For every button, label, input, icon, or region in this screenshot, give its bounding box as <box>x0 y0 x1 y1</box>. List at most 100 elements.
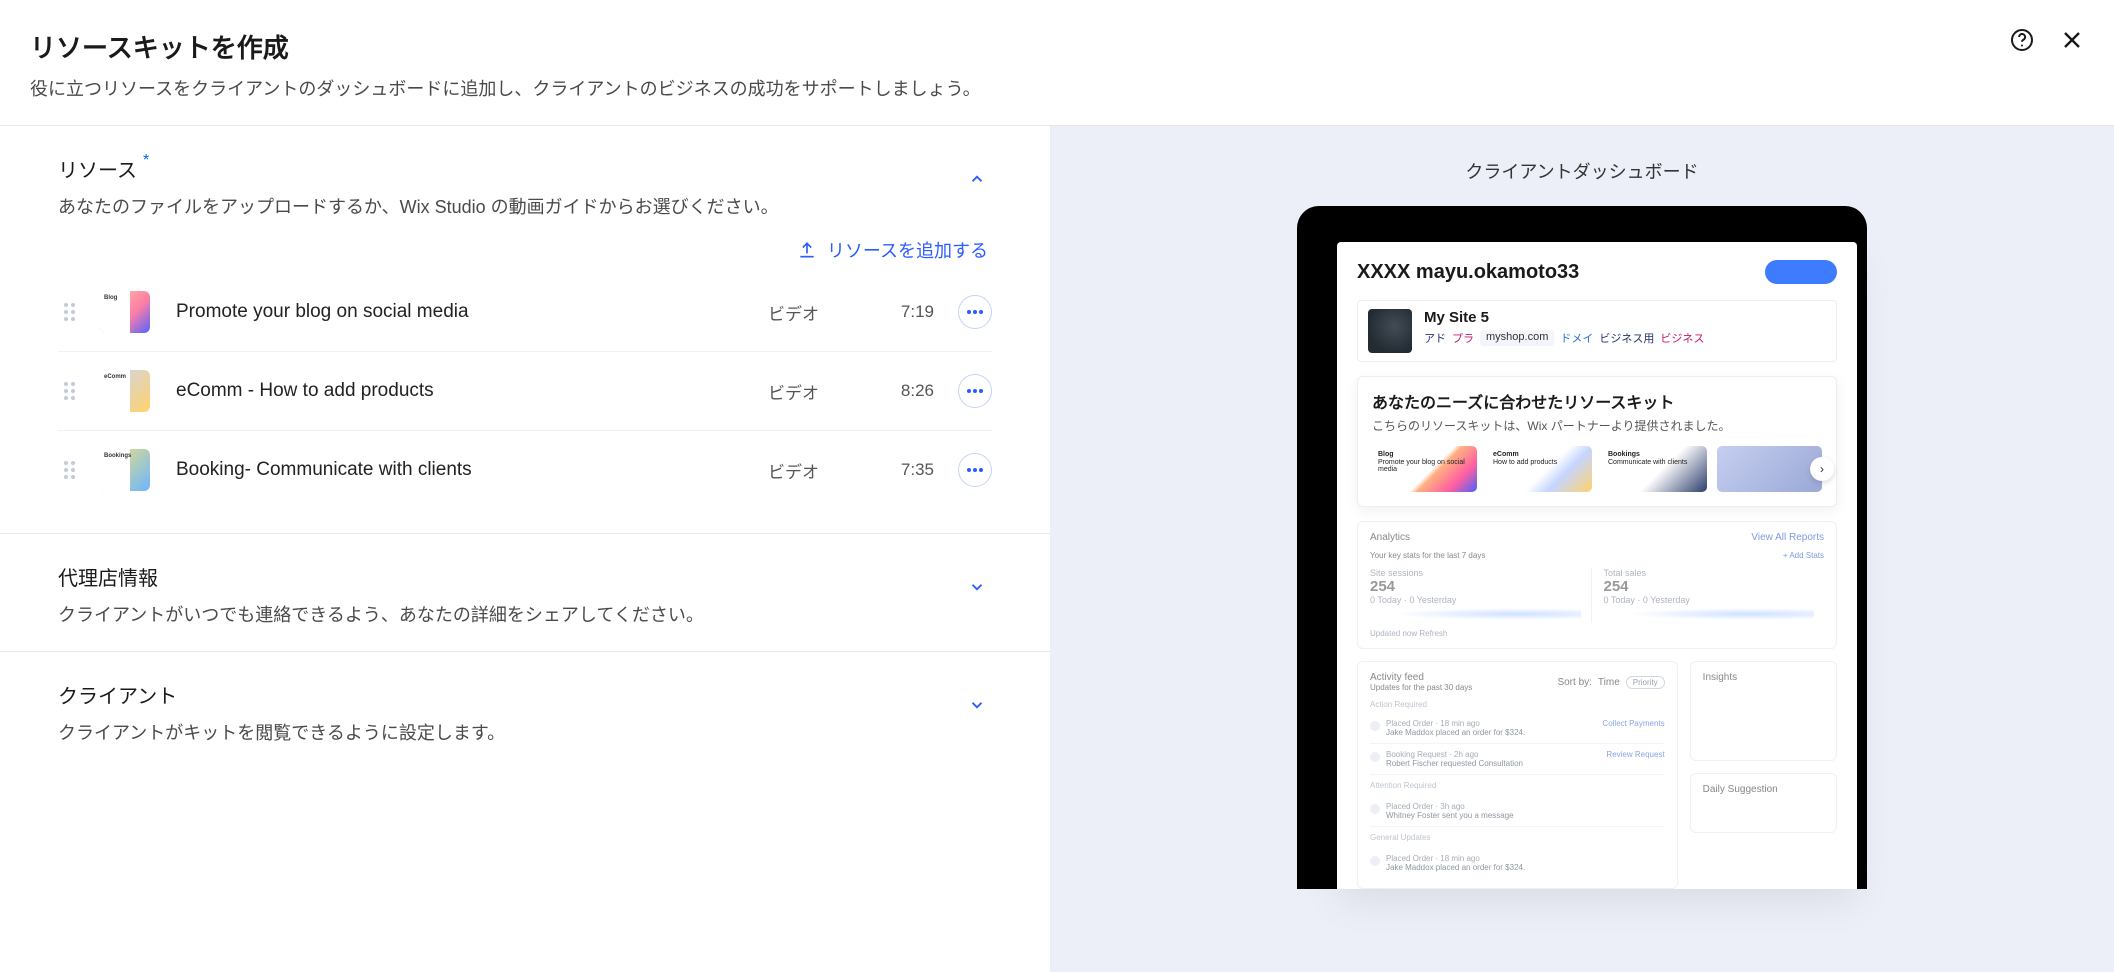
sparkline-icon <box>1370 607 1581 621</box>
analytics-title: Analytics <box>1370 532 1410 543</box>
sparkline-icon <box>1604 607 1815 621</box>
section-agency-title: 代理店情報 <box>58 562 704 591</box>
drag-handle-icon[interactable] <box>58 461 82 479</box>
page-header: リソースキットを作成 役に立つリソースをクライアントのダッシュボードに追加し、ク… <box>0 0 2114 126</box>
resource-more-button[interactable] <box>958 374 992 408</box>
activity-sort-label: Sort by: <box>1557 677 1591 688</box>
dashboard-action-pill <box>1765 260 1837 284</box>
stat-sub: 0 Today · 0 Yesterday <box>1604 595 1815 605</box>
drag-handle-icon[interactable] <box>58 303 82 321</box>
thumbnail-label: eComm <box>104 374 126 381</box>
kit-tile: BlogPromote your blog on social media <box>1372 446 1477 492</box>
section-resources-desc: あなたのファイルをアップロードするか、Wix Studio の動画ガイドからお選… <box>58 193 779 219</box>
page-title: リソースキットを作成 <box>30 28 981 65</box>
analytics-viewall: View All Reports <box>1751 532 1824 543</box>
analytics-range: Your key stats for the last 7 days <box>1370 551 1485 560</box>
resource-duration: 7:35 <box>878 460 958 480</box>
expand-client-button[interactable] <box>962 690 992 720</box>
resource-name: eComm - How to add products <box>176 380 768 402</box>
resource-row: eComm eComm - How to add products ビデオ 8:… <box>58 351 992 430</box>
insights-title: Insights <box>1703 672 1824 683</box>
analytics-card: Analytics View All Reports Your key stat… <box>1357 521 1837 649</box>
more-horizontal-icon <box>967 389 983 393</box>
collapse-resources-button[interactable] <box>962 164 992 194</box>
preview-panel: クライアントダッシュボード XXXX mayu.okamoto33 My Sit… <box>1050 126 2114 972</box>
chevron-down-icon <box>968 696 986 714</box>
chip: ドメイ <box>1560 330 1593 346</box>
resource-more-button[interactable] <box>958 295 992 329</box>
close-icon[interactable] <box>2060 28 2084 57</box>
activity-item: Placed Order · 3h ago Whitney Foster sen… <box>1370 796 1665 827</box>
stat-value: 254 <box>1604 578 1815 595</box>
activity-item: Placed Order · 18 min ago Jake Maddox pl… <box>1370 848 1665 878</box>
activity-feed-card: Activity feed Updates for the past 30 da… <box>1357 661 1678 889</box>
dashboard-username: XXXX mayu.okamoto33 <box>1357 261 1579 284</box>
page-subtitle: 役に立つリソースをクライアントのダッシュボードに追加し、クライアントのビジネスの… <box>30 75 981 101</box>
resource-name: Promote your blog on social media <box>176 301 768 323</box>
chip: ビジネス <box>1660 330 1704 346</box>
resource-row: Blog Promote your blog on social media ビ… <box>58 273 992 351</box>
site-card: My Site 5 アド プラ myshop.com ドメイ ビジネス用 ビジネ… <box>1357 300 1837 362</box>
site-name: My Site 5 <box>1424 309 1826 326</box>
expand-agency-button[interactable] <box>962 572 992 602</box>
drag-handle-icon[interactable] <box>58 382 82 400</box>
activity-group: General Updates <box>1370 833 1665 842</box>
stat-label: Site sessions <box>1370 568 1581 578</box>
activity-sort-priority: Priority <box>1626 676 1665 689</box>
section-agency-desc: クライアントがいつでも連絡できるよう、あなたの詳細をシェアしてください。 <box>58 601 704 627</box>
resource-thumbnail: Bookings <box>100 449 150 491</box>
activity-group: Action Required <box>1370 700 1665 709</box>
activity-group: Attention Required <box>1370 781 1665 790</box>
stat-label: Total sales <box>1604 568 1815 578</box>
section-resources-title: リソース <box>58 154 137 183</box>
chevron-down-icon <box>968 578 986 596</box>
resource-duration: 7:19 <box>878 302 958 322</box>
analytics-addstats: + Add Stats <box>1783 551 1824 560</box>
resource-kit-card: あなたのニーズに合わせたリソースキット こちらのリソースキットは、Wix パート… <box>1357 376 1837 507</box>
section-client: クライアント クライアントがキットを閲覧できるように設定します。 <box>0 652 1050 769</box>
section-agency: 代理店情報 クライアントがいつでも連絡できるよう、あなたの詳細をシェアしてくださ… <box>0 534 1050 652</box>
kit-subtitle: こちらのリソースキットは、Wix パートナーより提供されました。 <box>1372 417 1822 434</box>
device-frame: XXXX mayu.okamoto33 My Site 5 アド プラ mysh… <box>1297 206 1867 889</box>
dot-icon <box>1370 804 1380 814</box>
resource-name: Booking- Communicate with clients <box>176 459 768 481</box>
add-resource-link[interactable]: リソースを追加する <box>797 237 988 263</box>
stat-sub: 0 Today · 0 Yesterday <box>1370 595 1581 605</box>
site-thumbnail <box>1368 309 1412 353</box>
activity-sort-time: Time <box>1598 677 1620 688</box>
insights-card: Insights <box>1690 661 1837 761</box>
thumbnail-label: Blog <box>104 295 117 302</box>
dot-icon <box>1370 856 1380 866</box>
dashboard-preview: XXXX mayu.okamoto33 My Site 5 アド プラ mysh… <box>1337 242 1857 889</box>
daily-suggestion-card: Daily Suggestion <box>1690 773 1837 833</box>
resource-type: ビデオ <box>768 379 878 404</box>
help-icon[interactable] <box>2010 28 2034 57</box>
chip: アド <box>1424 330 1446 346</box>
stat-value: 254 <box>1370 578 1581 595</box>
more-horizontal-icon <box>967 468 983 472</box>
section-resources: リソース * あなたのファイルをアップロードするか、Wix Studio の動画… <box>0 126 1050 534</box>
activity-item: Booking Request · 2h ago Robert Fischer … <box>1370 744 1665 775</box>
analytics-updated: Updated now Refresh <box>1370 629 1824 638</box>
chevron-up-icon <box>968 170 986 188</box>
chip: プラ <box>1452 330 1474 346</box>
section-client-title: クライアント <box>58 680 505 709</box>
activity-item: Placed Order · 18 min ago Jake Maddox pl… <box>1370 713 1665 744</box>
form-panel: リソース * あなたのファイルをアップロードするか、Wix Studio の動画… <box>0 126 1050 972</box>
resource-thumbnail: Blog <box>100 291 150 333</box>
dot-icon <box>1370 752 1380 762</box>
resource-more-button[interactable] <box>958 453 992 487</box>
resource-row: Bookings Booking- Communicate with clien… <box>58 430 992 509</box>
carousel-next-icon: › <box>1810 457 1834 481</box>
thumbnail-label: Bookings <box>104 453 131 460</box>
resource-type: ビデオ <box>768 300 878 325</box>
kit-tile: BookingsCommunicate with clients <box>1602 446 1707 492</box>
chip: ビジネス用 <box>1599 330 1654 346</box>
chip-url: myshop.com <box>1480 330 1554 346</box>
daily-title: Daily Suggestion <box>1703 784 1824 795</box>
preview-caption: クライアントダッシュボード <box>1465 158 1698 184</box>
resource-duration: 8:26 <box>878 381 958 401</box>
activity-sub: Updates for the past 30 days <box>1370 683 1472 692</box>
required-indicator: * <box>143 152 149 170</box>
resource-list: Blog Promote your blog on social media ビ… <box>58 273 992 509</box>
